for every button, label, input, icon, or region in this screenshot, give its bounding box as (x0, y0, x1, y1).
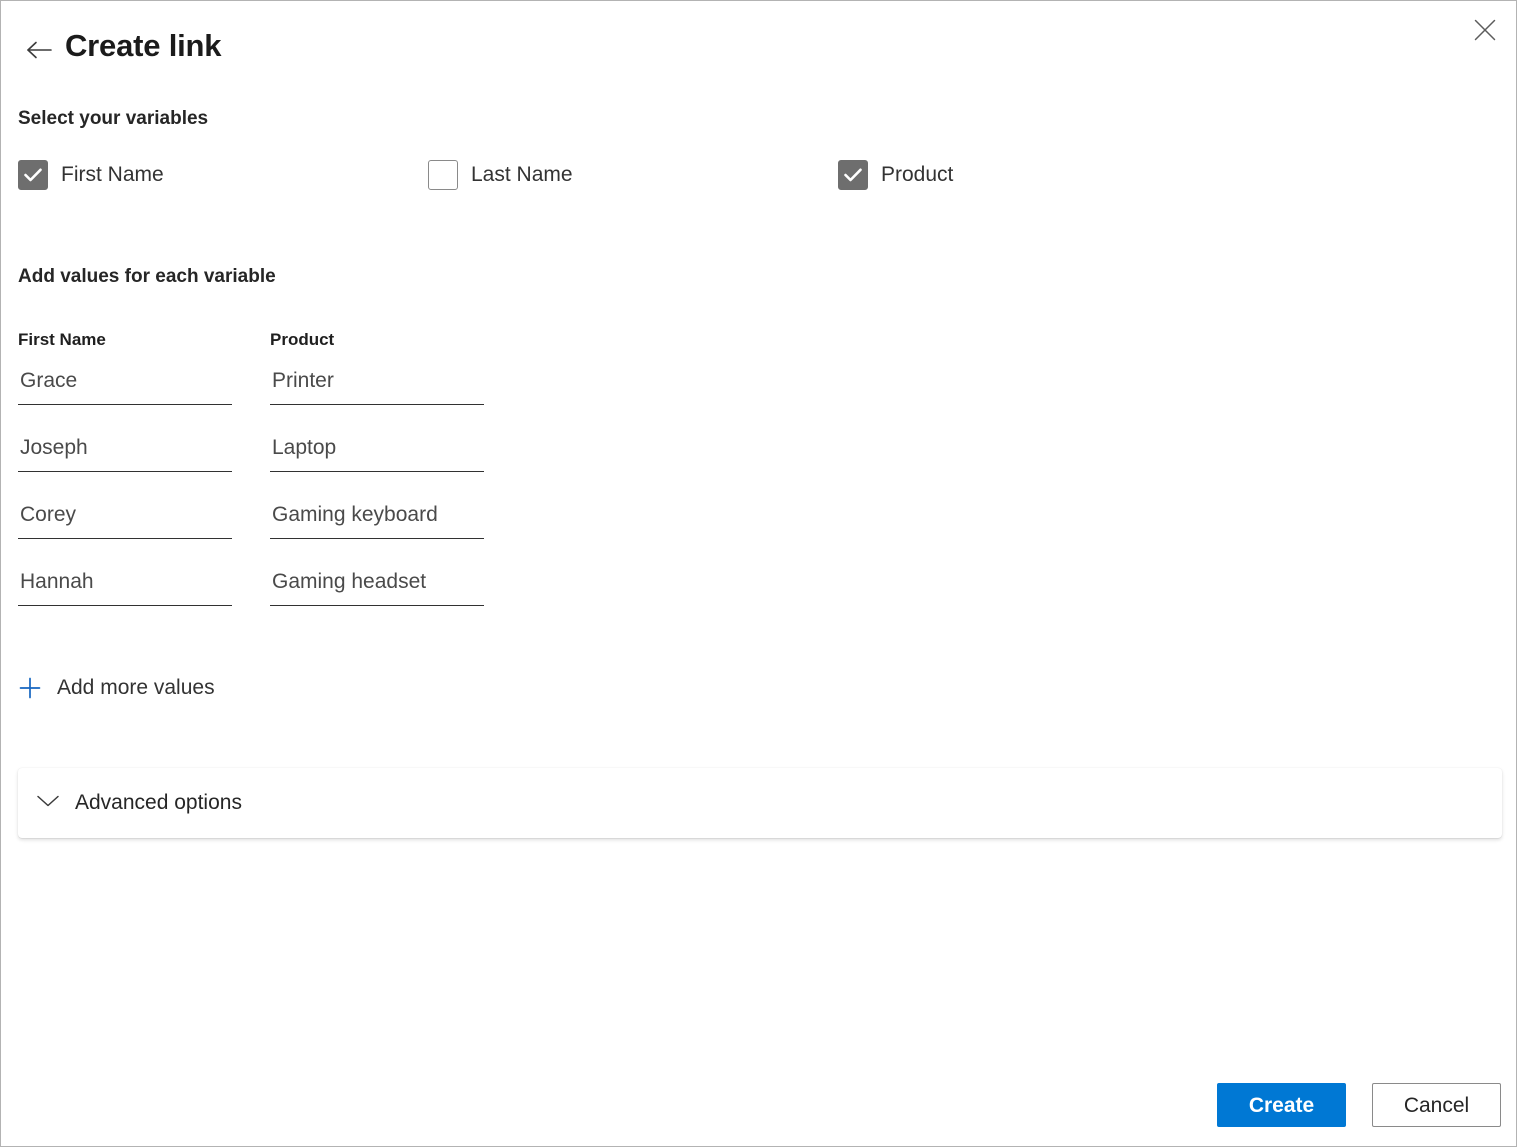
add-more-values-button[interactable]: Add more values (18, 676, 215, 700)
dialog-header: Create link (1, 1, 1516, 93)
chevron-down-icon (36, 794, 60, 813)
create-button[interactable]: Create (1217, 1083, 1346, 1127)
checkbox-label: First Name (61, 163, 164, 186)
variable-checkbox-row: First Name Last Name Product (18, 160, 1218, 194)
cancel-button[interactable]: Cancel (1372, 1083, 1501, 1127)
checkbox-product[interactable]: Product (838, 160, 953, 190)
checkbox-label: Product (881, 163, 954, 186)
checkbox-label: Last Name (471, 163, 573, 186)
checkbox-box-checked[interactable] (838, 160, 868, 190)
dialog-footer: Create Cancel (1217, 1083, 1501, 1127)
plus-icon (18, 676, 42, 700)
page-title: Create link (65, 28, 222, 63)
value-input-first-name-3[interactable] (18, 497, 232, 539)
advanced-options-label: Advanced options (75, 791, 242, 814)
value-input-first-name-1[interactable] (18, 363, 232, 405)
add-values-heading: Add values for each variable (18, 266, 276, 287)
checkbox-box-checked[interactable] (18, 160, 48, 190)
create-link-dialog: Create link Select your variables First … (0, 0, 1517, 1147)
advanced-options-card[interactable]: Advanced options (18, 768, 1502, 838)
arrow-left-icon (26, 40, 52, 60)
close-icon (1474, 19, 1496, 41)
checkbox-last-name[interactable]: Last Name (428, 160, 573, 190)
value-input-product-2[interactable] (270, 430, 484, 472)
select-variables-heading: Select your variables (18, 108, 209, 129)
column-header: Product (270, 330, 335, 349)
close-button[interactable] (1462, 7, 1508, 53)
value-input-product-4[interactable] (270, 564, 484, 606)
add-more-values-label: Add more values (57, 676, 215, 699)
advanced-options-toggle[interactable]: Advanced options (18, 791, 242, 815)
value-input-first-name-2[interactable] (18, 430, 232, 472)
value-input-product-3[interactable] (270, 497, 484, 539)
value-input-first-name-4[interactable] (18, 564, 232, 606)
value-input-product-1[interactable] (270, 363, 484, 405)
column-header: First Name (18, 330, 106, 349)
checkbox-first-name[interactable]: First Name (18, 160, 164, 190)
value-column-first-name: First Name (18, 329, 232, 606)
value-column-product: Product (270, 329, 484, 606)
back-button[interactable] (17, 28, 61, 72)
checkbox-box-unchecked[interactable] (428, 160, 458, 190)
